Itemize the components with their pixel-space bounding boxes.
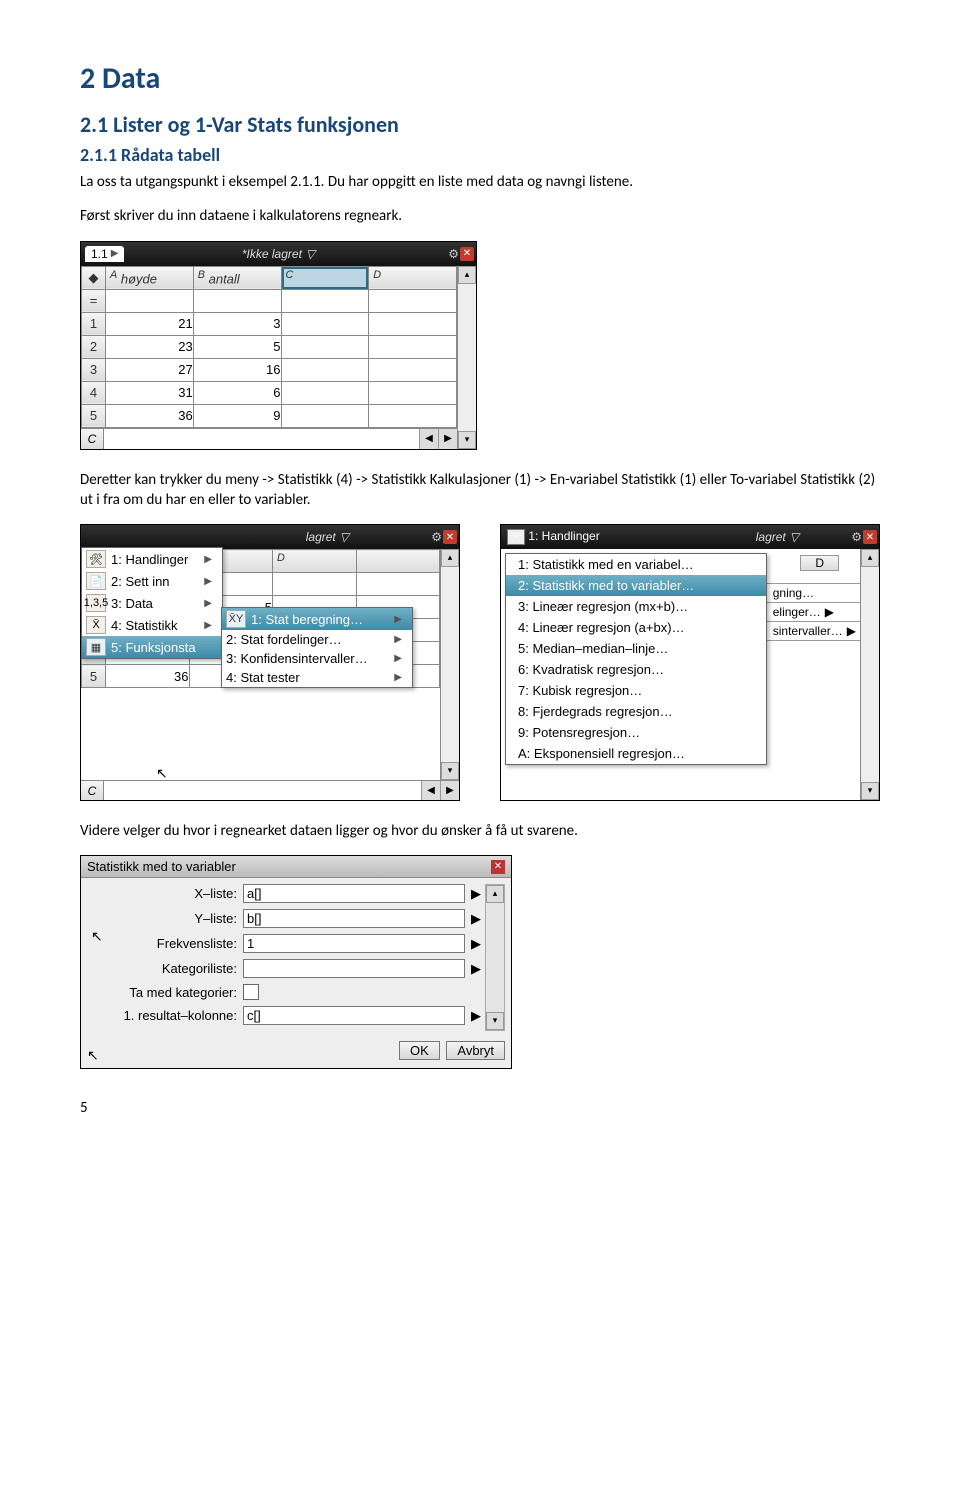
dialog-scrollbar[interactable]: ▴▾ — [485, 884, 505, 1031]
partial-item: gning… — [766, 583, 863, 603]
cursor-icon: ↖ — [87, 1047, 99, 1064]
table-icon: ▦ — [86, 638, 106, 656]
field-category-list: Kategoriliste: ▶ — [87, 959, 481, 978]
sheet-corner-icon: ◆ — [82, 266, 106, 289]
menu-item-stat-fordelinger[interactable]: 2: Stat fordelinger…▶ — [222, 630, 412, 649]
calc-screenshot-regression: 🛠 1: Handlinger lagret▽ ⚙ ✕ gning… eling… — [500, 524, 880, 801]
two-var-stats-dialog: Statistikk med to variabler ✕ X–liste: ▶… — [80, 855, 512, 1069]
menu-item-1var[interactable]: 1: Statistikk med en variabel… — [506, 554, 766, 575]
cancel-button[interactable]: Avbryt — [446, 1041, 505, 1060]
chevron-right-icon[interactable]: ▶ — [471, 911, 481, 927]
field-y-list: Y–liste: ▶ — [87, 909, 481, 928]
spreadsheet[interactable]: ◆ A høyde B antall C D = 1213 2235 32716… — [81, 266, 457, 428]
ok-button[interactable]: OK — [399, 1041, 440, 1060]
close-icon[interactable]: ✕ — [460, 247, 474, 261]
table-row: 2235 — [82, 335, 457, 358]
data-icon: 1,3,5 — [86, 594, 106, 612]
cursor-icon: ↖ — [91, 928, 103, 945]
field-freq-list: Frekvensliste: ▶ — [87, 934, 481, 953]
cell-editor[interactable] — [104, 429, 419, 449]
chevron-right-icon[interactable]: ▶ — [471, 886, 481, 902]
partial-item: elinger…▶ — [766, 602, 863, 622]
regression-menu[interactable]: 1: Statistikk med en variabel… 2: Statis… — [505, 553, 767, 765]
menu-item-stat-tester[interactable]: 4: Stat tester▶ — [222, 668, 412, 687]
scroll-left-icon[interactable]: ◀ — [419, 429, 438, 449]
chevron-right-icon[interactable]: ▶ — [471, 1008, 481, 1024]
menu-item-konfidensintervaller[interactable]: 3: Konfidensintervaller…▶ — [222, 649, 412, 668]
menu-item-quartic[interactable]: 8: Fjerdegrads regresjon… — [506, 701, 766, 722]
x-list-input[interactable] — [243, 884, 465, 903]
y-list-input[interactable] — [243, 909, 465, 928]
scroll-up-icon[interactable]: ▴ — [458, 266, 476, 284]
menu-item-stat-beregning[interactable]: X̄Y1: Stat beregning…▶ — [222, 608, 412, 630]
tools-icon: 🛠 — [86, 550, 106, 568]
calc-screenshot-spreadsheet: 1.1 ▶ *Ikke lagret ▽ ⚙ ✕ ◆ A høyde B ant… — [80, 241, 477, 450]
menu-item-sett-inn[interactable]: 📄2: Sett inn▶ — [82, 570, 222, 592]
menu-item-handlinger[interactable]: 🛠1: Handlinger▶ — [82, 548, 222, 570]
chevron-right-icon[interactable]: ▶ — [471, 936, 481, 952]
chevron-down-icon: ▽ — [306, 247, 315, 261]
formula-row-icon: = — [82, 289, 106, 312]
include-categories-checkbox[interactable] — [243, 984, 259, 1000]
field-include-categories: Ta med kategorier: — [87, 984, 481, 1000]
tab-label: 1.1 — [91, 247, 108, 261]
col-header-C[interactable]: C — [281, 266, 369, 289]
heading-3: 2.1.1 Rådata tabell — [80, 144, 880, 166]
partial-item: sintervaller…▶ — [766, 621, 863, 641]
menu-item-linreg-abx[interactable]: 4: Lineær regresjon (a+bx)… — [506, 617, 766, 638]
paragraph-2: Først skriver du inn dataene i kalkulato… — [80, 206, 880, 226]
menu-item-linreg-mxb[interactable]: 3: Lineær regresjon (mx+b)… — [506, 596, 766, 617]
scroll-right-icon[interactable]: ▶ — [438, 429, 457, 449]
paragraph-1: La oss ta utgangspunkt i eksempel 2.1.1.… — [80, 172, 880, 192]
cell-reference: C — [81, 429, 104, 449]
category-list-input[interactable] — [243, 959, 465, 978]
document-title: *Ikke lagret ▽ — [242, 247, 315, 261]
gear-icon[interactable]: ⚙ — [431, 530, 442, 544]
menu-item-power[interactable]: 9: Potensregresjon… — [506, 722, 766, 743]
close-icon[interactable]: ✕ — [491, 860, 505, 874]
dialog-title: Statistikk med to variabler — [87, 859, 236, 874]
gear-icon[interactable]: ⚙ — [448, 247, 459, 261]
close-icon[interactable]: ✕ — [863, 530, 877, 544]
paragraph-4: Videre velger du hvor i regnearket datae… — [80, 821, 880, 841]
menu-item-2var[interactable]: 2: Statistikk med to variabler… — [506, 575, 766, 596]
menu-item-exponential[interactable]: A: Eksponensiell regresjon… — [506, 743, 766, 764]
calc-screenshot-menu: . lagret▽ ⚙ ✕ CD 2235 32716 4316 5369 — [80, 524, 460, 801]
xbar-icon: X̄ — [86, 616, 106, 634]
menu-item-cubic[interactable]: 7: Kubisk regresjon… — [506, 680, 766, 701]
freq-list-input[interactable] — [243, 934, 465, 953]
table-row: 1213 — [82, 312, 457, 335]
field-x-list: X–liste: ▶ — [87, 884, 481, 903]
menu-item-statistikk[interactable]: X̄4: Statistikk▶ — [82, 614, 222, 636]
col-header-B[interactable]: B antall — [193, 266, 281, 289]
page-number: 5 — [80, 1099, 880, 1117]
menu-item-funksjonstabell[interactable]: ▦5: Funksjonsta — [82, 636, 222, 658]
main-menu[interactable]: 🛠1: Handlinger▶ 📄2: Sett inn▶ 1,3,53: Da… — [81, 547, 223, 659]
heading-2: 2.1 Lister og 1-Var Stats funksjonen — [80, 111, 880, 138]
scroll-down-icon[interactable]: ▾ — [458, 431, 476, 449]
menu-item-handlinger-top: 🛠 1: Handlinger — [501, 529, 600, 546]
field-result-column: 1. resultat–kolonne: ▶ — [87, 1006, 481, 1025]
cursor-icon: ↖ — [156, 765, 168, 782]
col-header-D[interactable]: D — [369, 266, 457, 289]
heading-1: 2 Data — [80, 60, 880, 97]
chevron-right-icon[interactable]: ▶ — [471, 961, 481, 977]
document-tab[interactable]: 1.1 ▶ — [85, 246, 124, 262]
result-column-input[interactable] — [243, 1006, 465, 1025]
insert-icon: 📄 — [86, 572, 106, 590]
vertical-scrollbar[interactable]: ▴ ▾ — [457, 266, 476, 449]
close-icon[interactable]: ✕ — [443, 530, 457, 544]
menu-item-data[interactable]: 1,3,53: Data▶ — [82, 592, 222, 614]
table-row: 32716 — [82, 358, 457, 381]
table-row: 4316 — [82, 381, 457, 404]
stat-submenu[interactable]: X̄Y1: Stat beregning…▶ 2: Stat fordeling… — [221, 607, 413, 688]
chevron-right-icon: ▶ — [111, 248, 119, 259]
table-row: 5369 — [82, 404, 457, 427]
menu-item-quadratic[interactable]: 6: Kvadratisk regresjon… — [506, 659, 766, 680]
gear-icon[interactable]: ⚙ — [851, 530, 862, 544]
col-header-A[interactable]: A høyde — [106, 266, 194, 289]
menu-item-median-line[interactable]: 5: Median–median–linje… — [506, 638, 766, 659]
xy-icon: X̄Y — [226, 610, 246, 628]
paragraph-3: Deretter kan trykker du meny -> Statisti… — [80, 470, 880, 511]
